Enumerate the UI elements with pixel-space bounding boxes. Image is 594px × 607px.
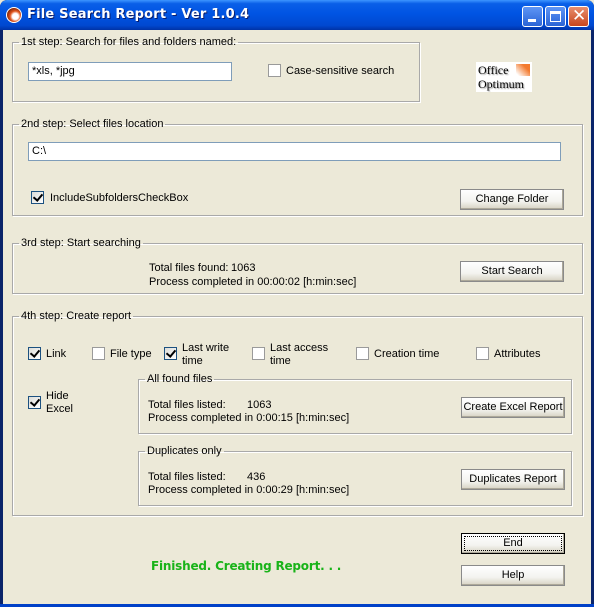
minimize-button[interactable] xyxy=(522,6,543,27)
duplicates-total-label: Total files listed: xyxy=(148,471,226,483)
minimize-icon xyxy=(528,19,536,22)
last-access-time-label-line1[interactable]: Last access xyxy=(270,342,328,354)
all-found-process-text: Process completed in 0:00:15 [h:min:sec] xyxy=(148,412,350,424)
logo-line1: Office xyxy=(478,63,509,77)
hide-excel-label-line2[interactable]: Excel xyxy=(46,403,73,415)
last-write-time-label-line2[interactable]: time xyxy=(182,355,203,367)
search-process-text: Process completed in 00:00:02 [h:min:sec… xyxy=(149,276,357,288)
start-search-button[interactable]: Start Search xyxy=(460,261,564,282)
step4-legend: 4th step: Create report xyxy=(21,310,132,322)
logo-line2: Optimum xyxy=(478,77,525,91)
location-input[interactable]: C:\ xyxy=(28,142,561,161)
case-sensitive-label[interactable]: Case-sensitive search xyxy=(286,65,394,77)
all-found-files-legend: All found files xyxy=(147,373,213,385)
client-area: 1st step: Search for files and folders n… xyxy=(3,30,591,604)
link-label[interactable]: Link xyxy=(46,348,66,360)
creation-time-checkbox[interactable] xyxy=(356,347,369,360)
step2-legend: 2nd step: Select files location xyxy=(21,118,164,130)
include-subfolders-label[interactable]: IncludeSubfoldersCheckBox xyxy=(50,192,188,204)
duplicates-only-legend: Duplicates only xyxy=(147,445,222,457)
step3-legend: 3rd step: Start searching xyxy=(21,237,141,249)
maximize-icon xyxy=(550,11,561,22)
logo-accent xyxy=(516,64,530,76)
case-sensitive-checkbox[interactable] xyxy=(268,64,281,77)
file-type-checkbox[interactable] xyxy=(92,347,105,360)
step1-legend: 1st step: Search for files and folders n… xyxy=(21,36,237,48)
help-button[interactable]: Help xyxy=(461,565,565,586)
file-type-label[interactable]: File type xyxy=(110,348,152,360)
app-window: File Search Report - Ver 1.0.4 ✕ 1st ste… xyxy=(0,0,594,607)
last-write-time-checkbox[interactable] xyxy=(164,347,177,360)
include-subfolders-checkbox[interactable] xyxy=(31,191,44,204)
status-message: Finished. Creating Report. . . xyxy=(151,559,342,573)
duplicates-report-button[interactable]: Duplicates Report xyxy=(461,469,565,490)
total-found-label: Total files found: xyxy=(149,262,229,274)
close-icon: ✕ xyxy=(572,6,587,26)
attributes-label[interactable]: Attributes xyxy=(494,348,540,360)
end-button[interactable]: End xyxy=(461,533,565,554)
title-bar[interactable]: File Search Report - Ver 1.0.4 ✕ xyxy=(0,0,594,30)
last-access-time-checkbox[interactable] xyxy=(252,347,265,360)
close-button[interactable]: ✕ xyxy=(568,6,589,27)
all-found-total-label: Total files listed: xyxy=(148,399,226,411)
last-write-time-label-line1[interactable]: Last write xyxy=(182,342,229,354)
maximize-button[interactable] xyxy=(545,6,566,27)
last-access-time-label-line2[interactable]: time xyxy=(270,355,291,367)
hide-excel-label-line1[interactable]: Hide xyxy=(46,390,69,402)
office-optimum-logo: Office Optimum xyxy=(476,62,532,92)
search-pattern-input[interactable]: *xls, *jpg xyxy=(28,62,232,81)
attributes-checkbox[interactable] xyxy=(476,347,489,360)
creation-time-label[interactable]: Creation time xyxy=(374,348,439,360)
all-found-total-value: 1063 xyxy=(247,399,272,411)
end-button-label: End xyxy=(464,536,562,551)
duplicates-process-text: Process completed in 0:00:29 [h:min:sec] xyxy=(148,484,350,496)
app-icon[interactable] xyxy=(6,7,22,23)
total-found-value: 1063 xyxy=(231,262,256,274)
link-checkbox[interactable] xyxy=(28,347,41,360)
change-folder-button[interactable]: Change Folder xyxy=(460,189,564,210)
create-excel-report-button[interactable]: Create Excel Report xyxy=(461,397,565,418)
hide-excel-checkbox[interactable] xyxy=(28,396,41,409)
duplicates-total-value: 436 xyxy=(247,471,266,483)
window-title: File Search Report - Ver 1.0.4 xyxy=(27,7,250,22)
